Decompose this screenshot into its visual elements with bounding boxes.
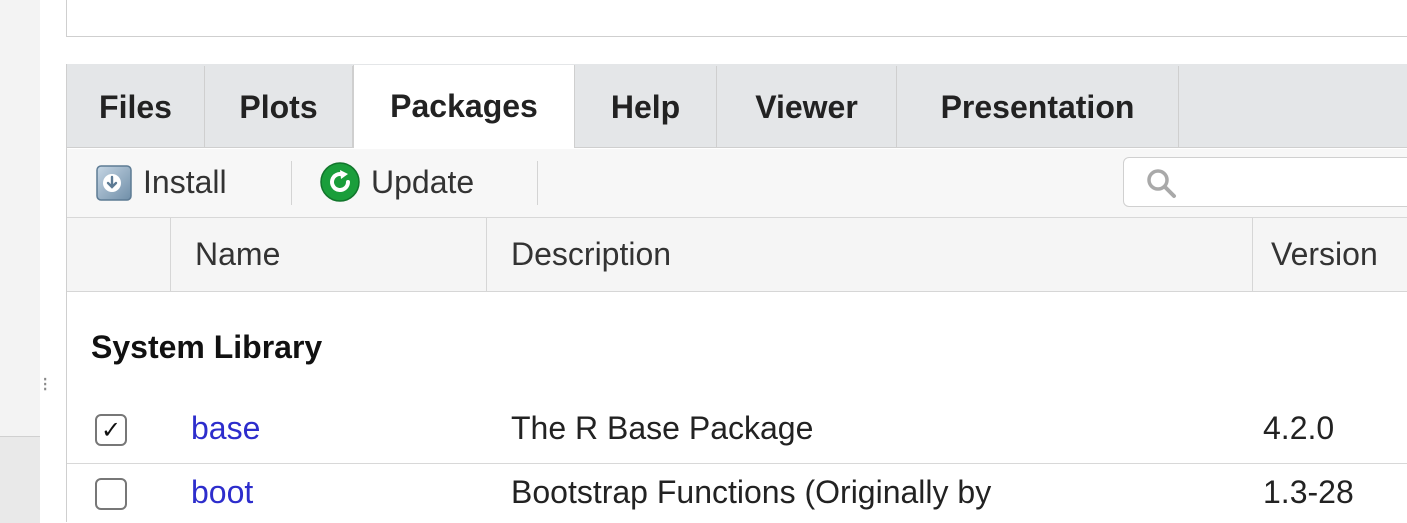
tab-presentation[interactable]: Presentation <box>897 66 1179 148</box>
package-name-link[interactable]: boot <box>191 474 253 511</box>
package-checkbox[interactable] <box>95 478 127 510</box>
tab-files[interactable]: Files <box>67 66 205 148</box>
column-description[interactable]: Description <box>487 218 1253 291</box>
splitter-handle-icon[interactable]: ⁝ <box>42 372 54 398</box>
package-version: 4.2.0 <box>1263 410 1335 446</box>
update-icon <box>319 161 361 203</box>
column-description-label: Description <box>511 236 672 272</box>
update-button[interactable]: Update <box>319 159 474 205</box>
column-name[interactable]: Name <box>171 218 487 291</box>
toolbar-divider <box>537 161 538 205</box>
search-icon <box>1144 166 1178 205</box>
left-pane-lower <box>0 436 40 523</box>
column-name-label: Name <box>195 236 281 272</box>
toolbar-divider <box>291 161 292 205</box>
pane-gap <box>66 37 1407 64</box>
package-description: Bootstrap Functions (Originally by <box>511 474 992 510</box>
tab-label: Files <box>99 88 172 125</box>
package-description: The R Base Package <box>511 410 814 446</box>
install-label: Install <box>143 163 227 200</box>
tab-label: Help <box>610 88 681 125</box>
checkmark-icon: ✓ <box>100 416 122 444</box>
tab-label: Presentation <box>940 88 1135 125</box>
package-name-link[interactable]: base <box>191 410 260 447</box>
tab-label: Packages <box>390 88 538 124</box>
tab-label: Plots <box>239 88 318 125</box>
section-title: System Library <box>91 329 323 365</box>
package-search-input[interactable] <box>1123 157 1407 207</box>
package-checkbox[interactable]: ✓ <box>95 414 127 446</box>
install-icon <box>95 162 135 202</box>
tab-help[interactable]: Help <box>575 66 717 148</box>
pane-splitter[interactable]: ⁝ <box>40 0 66 522</box>
install-button[interactable]: Install <box>95 159 227 205</box>
column-version-label: Version <box>1271 236 1378 272</box>
upper-pane <box>66 0 1407 37</box>
package-row: boot Bootstrap Functions (Originally by … <box>67 464 1407 522</box>
tab-viewer[interactable]: Viewer <box>717 66 897 148</box>
packages-toolbar: Install Update <box>67 149 1407 218</box>
package-row: ✓ base The R Base Package 4.2.0 <box>67 400 1407 458</box>
column-version[interactable]: Version <box>1253 218 1407 291</box>
tab-packages[interactable]: Packages <box>353 65 575 148</box>
tab-plots[interactable]: Plots <box>205 66 353 148</box>
column-header: Name Description Version <box>67 218 1407 292</box>
update-label: Update <box>371 163 475 200</box>
tab-label: Viewer <box>755 88 858 125</box>
column-checkbox <box>67 218 171 291</box>
package-version: 1.3-28 <box>1263 474 1354 510</box>
packages-panel: Files Plots Packages Help Viewer Present… <box>66 64 1407 522</box>
tab-bar: Files Plots Packages Help Viewer Present… <box>67 64 1407 148</box>
